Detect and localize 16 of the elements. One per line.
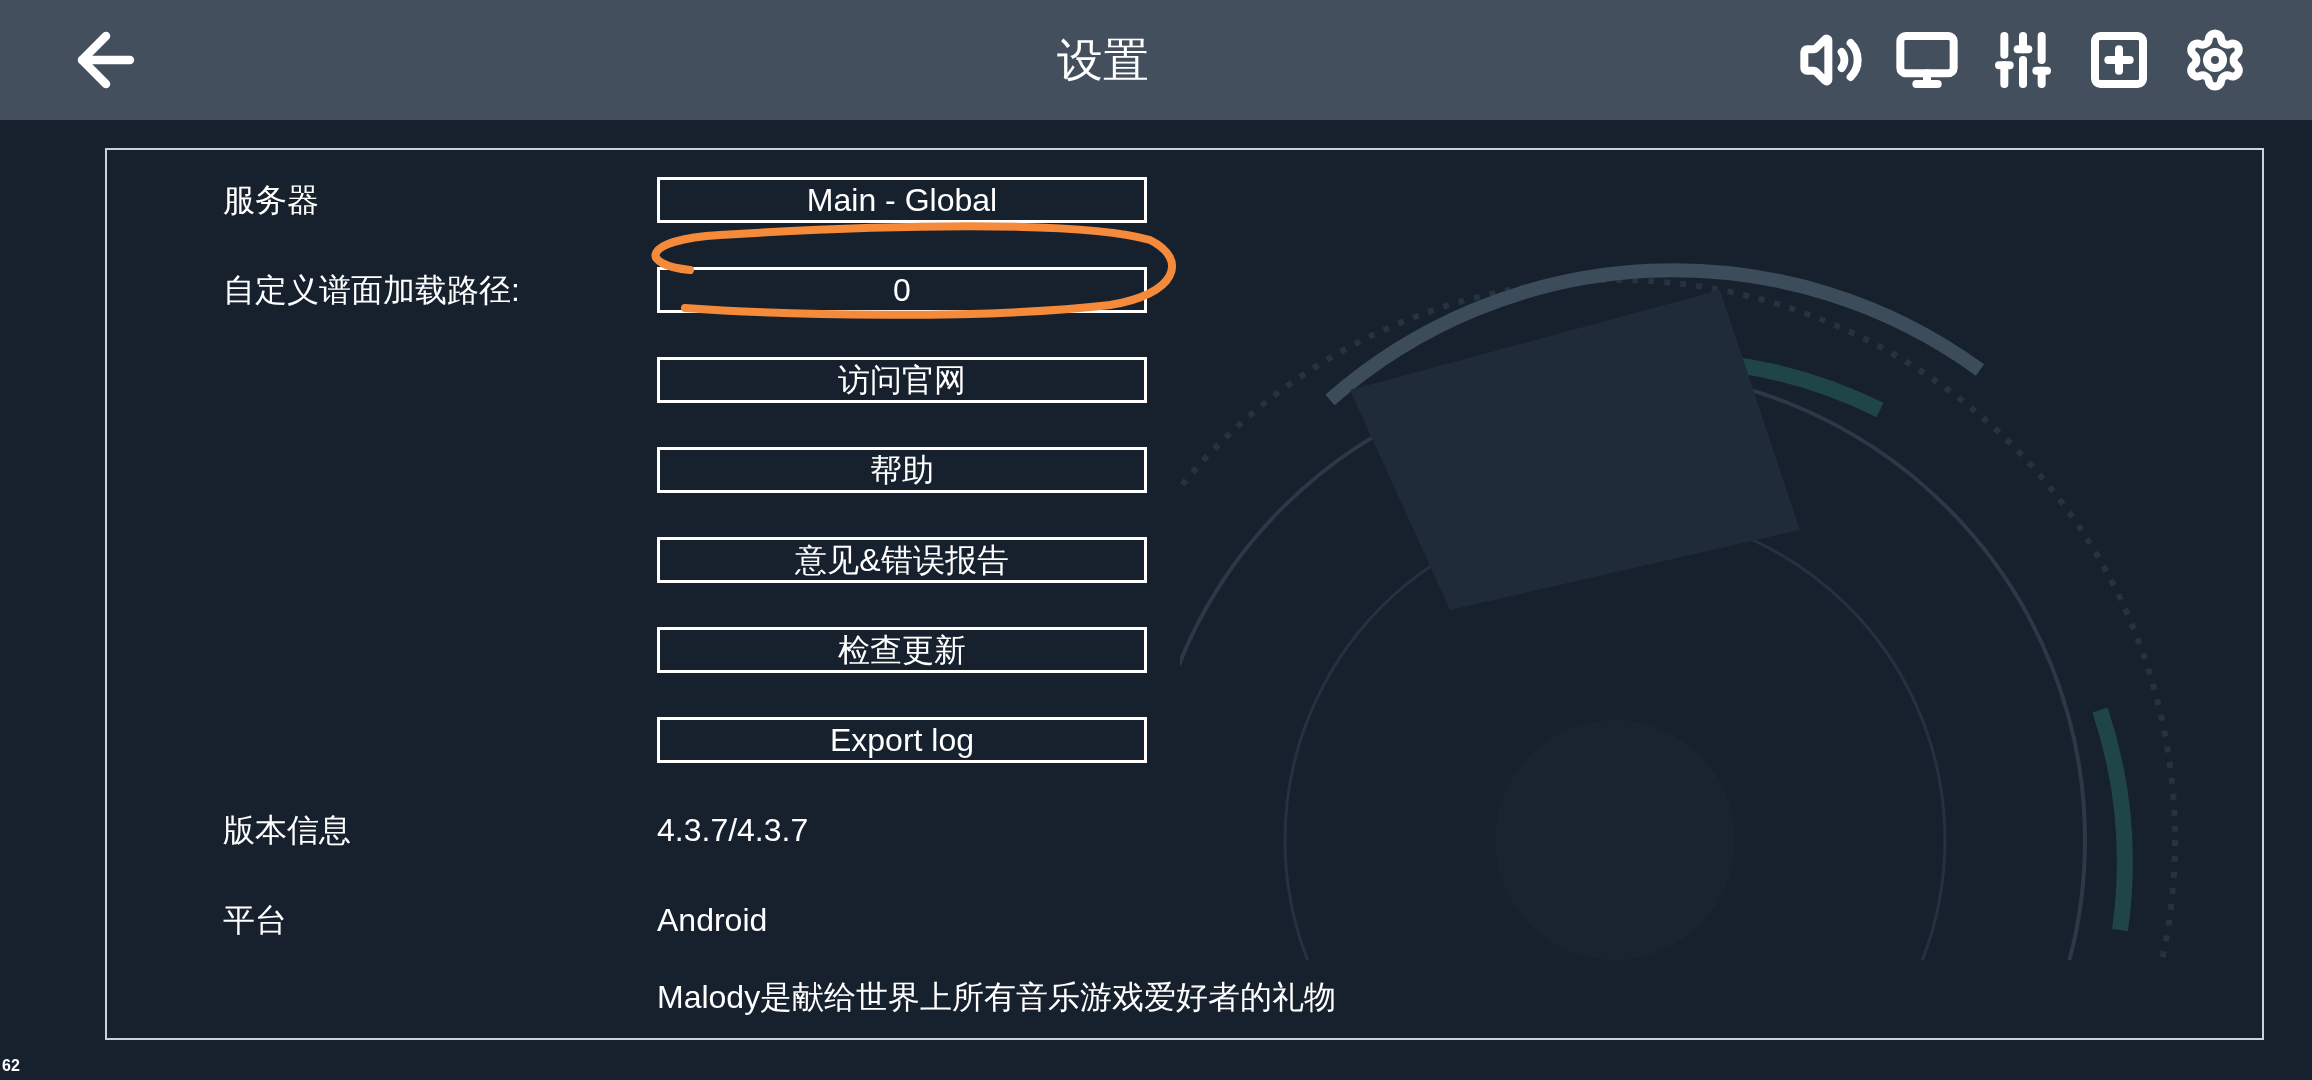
description-text: Malody是献给世界上所有音乐游戏爱好者的礼物 xyxy=(657,978,1337,1017)
setting-button[interactable]: 0 xyxy=(657,267,1147,313)
setting-button[interactable]: 意见&错误报告 xyxy=(657,537,1147,583)
setting-button[interactable]: 帮助 xyxy=(657,447,1147,493)
setting-button[interactable]: Export log xyxy=(657,717,1147,763)
setting-value: 4.3.7/4.3.7 xyxy=(657,814,809,846)
setting-label: 服务器 xyxy=(223,184,319,216)
setting-button[interactable]: Main - Global xyxy=(657,177,1147,223)
setting-label: 自定义谱面加载路径: xyxy=(223,274,520,306)
page-title: 设置 xyxy=(1057,32,1149,88)
setting-button[interactable]: 检查更新 xyxy=(657,627,1147,673)
fps-counter: 62 xyxy=(2,1056,20,1076)
setting-label: 版本信息 xyxy=(223,814,351,846)
setting-value: Android xyxy=(657,904,768,936)
setting-label: 平台 xyxy=(223,904,287,936)
setting-button[interactable]: 访问官网 xyxy=(657,357,1147,403)
